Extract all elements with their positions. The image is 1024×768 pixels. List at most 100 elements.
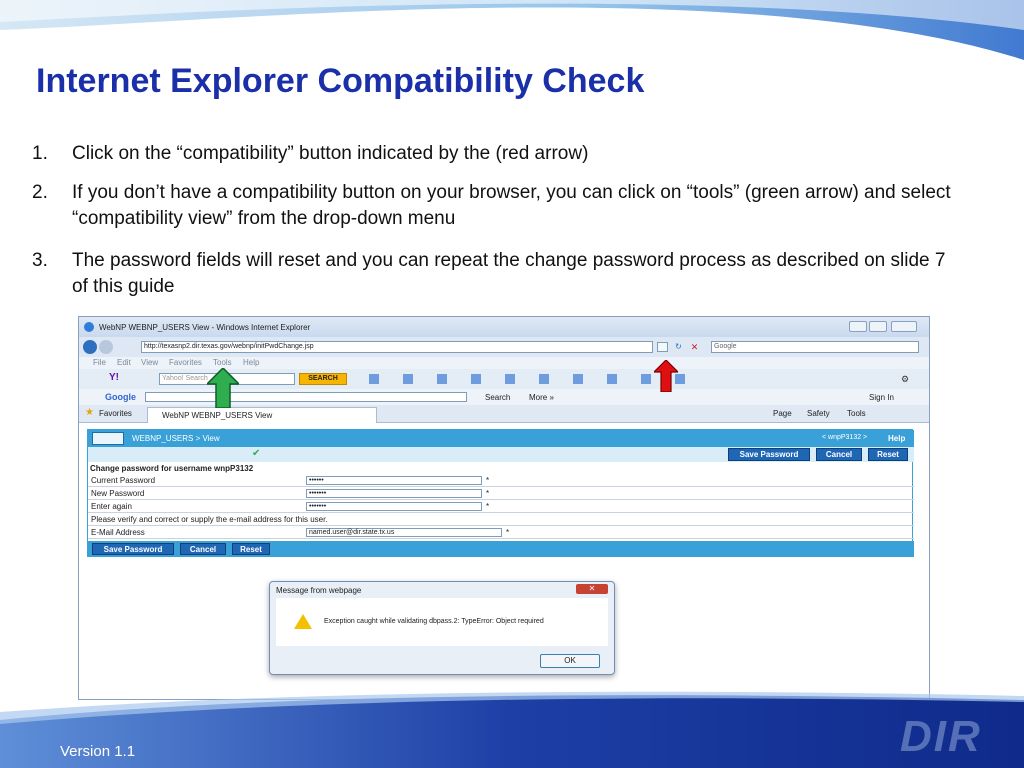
page-menu[interactable]: Page: [773, 409, 792, 418]
save-password-button[interactable]: Save Password: [92, 543, 174, 555]
star-icon: ★: [85, 407, 94, 418]
dir-logo: DIR: [900, 712, 982, 761]
yahoo-logo: Y!: [109, 372, 119, 383]
window-title: WebNP WEBNP_USERS View - Windows Interne…: [99, 323, 311, 332]
warning-icon: [294, 614, 312, 629]
message-dialog: Message from webpage ✕ Exception caught …: [269, 581, 615, 675]
address-bar-row: http://texasnp2.dir.texas.gov/webnp/init…: [79, 337, 929, 357]
step-2: 2. If you don’t have a compatibility but…: [32, 180, 962, 232]
new-password-row: New Password ••••••• *: [88, 487, 914, 500]
current-password-value: ••••••: [309, 477, 324, 484]
app-frame: WEBNP_USERS > View < wnpP3132 > Help ✔ S…: [87, 429, 914, 557]
browser-screenshot: WebNP WEBNP_USERS View - Windows Interne…: [78, 316, 930, 700]
step-1: 1. Click on the “compatibility” button i…: [32, 141, 962, 167]
window-title-bar: WebNP WEBNP_USERS View - Windows Interne…: [79, 317, 929, 337]
form-header: Change password for username wnpP3132: [90, 464, 254, 473]
step-number: 1.: [32, 143, 48, 164]
step-text: If you don’t have a compatibility button…: [72, 182, 951, 229]
current-password-field[interactable]: ••••••: [306, 476, 482, 485]
required-mark: *: [486, 489, 490, 498]
verify-note: Please verify and correct or supply the …: [91, 515, 328, 524]
menu-edit[interactable]: Edit: [117, 358, 131, 367]
refresh-icon[interactable]: ↻: [673, 342, 684, 352]
cancel-button[interactable]: Cancel: [180, 543, 226, 555]
tab-label: WebNP WEBNP_USERS View: [162, 411, 273, 420]
safety-menu[interactable]: Safety: [807, 409, 830, 418]
search-placeholder: Google: [714, 343, 737, 350]
email-label: E-Mail Address: [91, 528, 145, 537]
google-logo: Google: [105, 392, 136, 402]
dialog-title-bar: Message from webpage ✕: [270, 582, 614, 596]
new-password-label: New Password: [91, 489, 145, 498]
save-password-button-top[interactable]: Save Password: [728, 448, 810, 461]
maximize-button[interactable]: [869, 321, 887, 332]
toolbar-icons: [369, 374, 689, 384]
dialog-close-button[interactable]: ✕: [576, 584, 608, 594]
minimize-button[interactable]: [849, 321, 867, 332]
step-text: The password fields will reset and you c…: [72, 250, 946, 297]
app-header: WEBNP_USERS > View < wnpP3132 > Help: [88, 430, 914, 447]
search-input[interactable]: Google: [711, 341, 919, 353]
enter-again-value: •••••••: [309, 503, 327, 510]
current-password-row: Current Password •••••• *: [88, 474, 914, 487]
yahoo-search-placeholder: Yahoo! Search: [162, 375, 208, 382]
dialog-body: Exception caught while validating dbpass…: [276, 598, 608, 646]
user-nav[interactable]: < wnpP3132 >: [822, 434, 867, 441]
reset-button[interactable]: Reset: [232, 543, 270, 555]
back-icon[interactable]: [83, 340, 97, 354]
green-arrow: [207, 368, 239, 408]
slide-title: Internet Explorer Compatibility Check: [36, 62, 645, 100]
required-mark: *: [486, 502, 490, 511]
version-label: Version 1.1: [60, 743, 136, 760]
email-row: E-Mail Address named.user@dir.state.tx.u…: [88, 526, 914, 539]
cancel-button-top[interactable]: Cancel: [816, 448, 862, 461]
new-password-field[interactable]: •••••••: [306, 489, 482, 498]
ie-logo-icon: [84, 322, 94, 332]
breadcrumb: WEBNP_USERS > View: [132, 434, 220, 443]
dialog-ok-button[interactable]: OK: [540, 654, 600, 668]
forward-icon[interactable]: [99, 340, 113, 354]
enter-again-label: Enter again: [91, 502, 132, 511]
footer-swoosh: [0, 691, 1024, 768]
app-logo: [92, 432, 124, 445]
current-password-label: Current Password: [91, 476, 156, 485]
check-icon: ✔: [252, 448, 261, 459]
app-bottom-toolbar: Save Password Cancel Reset: [88, 541, 914, 557]
tools-menu[interactable]: Tools: [847, 409, 866, 418]
google-search-input[interactable]: [145, 392, 467, 402]
step-number: 3.: [32, 250, 48, 271]
enter-again-field[interactable]: •••••••: [306, 502, 482, 511]
reset-button-top[interactable]: Reset: [868, 448, 908, 461]
app-toolbar: ✔ Save Password Cancel Reset: [88, 447, 914, 462]
yahoo-search-button[interactable]: SEARCH: [299, 373, 347, 385]
dialog-title: Message from webpage: [276, 586, 362, 595]
google-search-button[interactable]: Search: [485, 393, 510, 402]
menu-view[interactable]: View: [141, 358, 158, 367]
address-input[interactable]: http://texasnp2.dir.texas.gov/webnp/init…: [141, 341, 653, 353]
stop-icon[interactable]: ✕: [689, 342, 700, 352]
enter-again-row: Enter again ••••••• *: [88, 500, 914, 513]
step-text: Click on the “compatibility” button indi…: [72, 143, 589, 164]
help-link[interactable]: Help: [888, 434, 905, 443]
email-field[interactable]: named.user@dir.state.tx.us: [306, 528, 502, 537]
sign-in-link[interactable]: Sign In: [869, 393, 894, 402]
gear-icon[interactable]: ⚙: [901, 374, 911, 384]
menu-favorites[interactable]: Favorites: [169, 358, 202, 367]
verify-note-row: Please verify and correct or supply the …: [88, 513, 914, 526]
header-swoosh: [0, 0, 1024, 60]
google-more-button[interactable]: More »: [529, 393, 554, 402]
email-value: named.user@dir.state.tx.us: [309, 529, 395, 536]
new-password-value: •••••••: [309, 490, 327, 497]
menu-file[interactable]: File: [93, 358, 106, 367]
browser-tab[interactable]: WebNP WEBNP_USERS View: [147, 407, 377, 423]
required-mark: *: [486, 476, 490, 485]
close-button[interactable]: [891, 321, 917, 332]
menu-tools[interactable]: Tools: [213, 358, 232, 367]
compatibility-view-icon[interactable]: [657, 342, 668, 352]
step-3: 3. The password fields will reset and yo…: [32, 248, 962, 300]
address-text: http://texasnp2.dir.texas.gov/webnp/init…: [144, 343, 314, 350]
favorites-button[interactable]: Favorites: [99, 409, 132, 418]
step-number: 2.: [32, 182, 48, 203]
required-mark: *: [506, 528, 510, 537]
menu-help[interactable]: Help: [243, 358, 259, 367]
